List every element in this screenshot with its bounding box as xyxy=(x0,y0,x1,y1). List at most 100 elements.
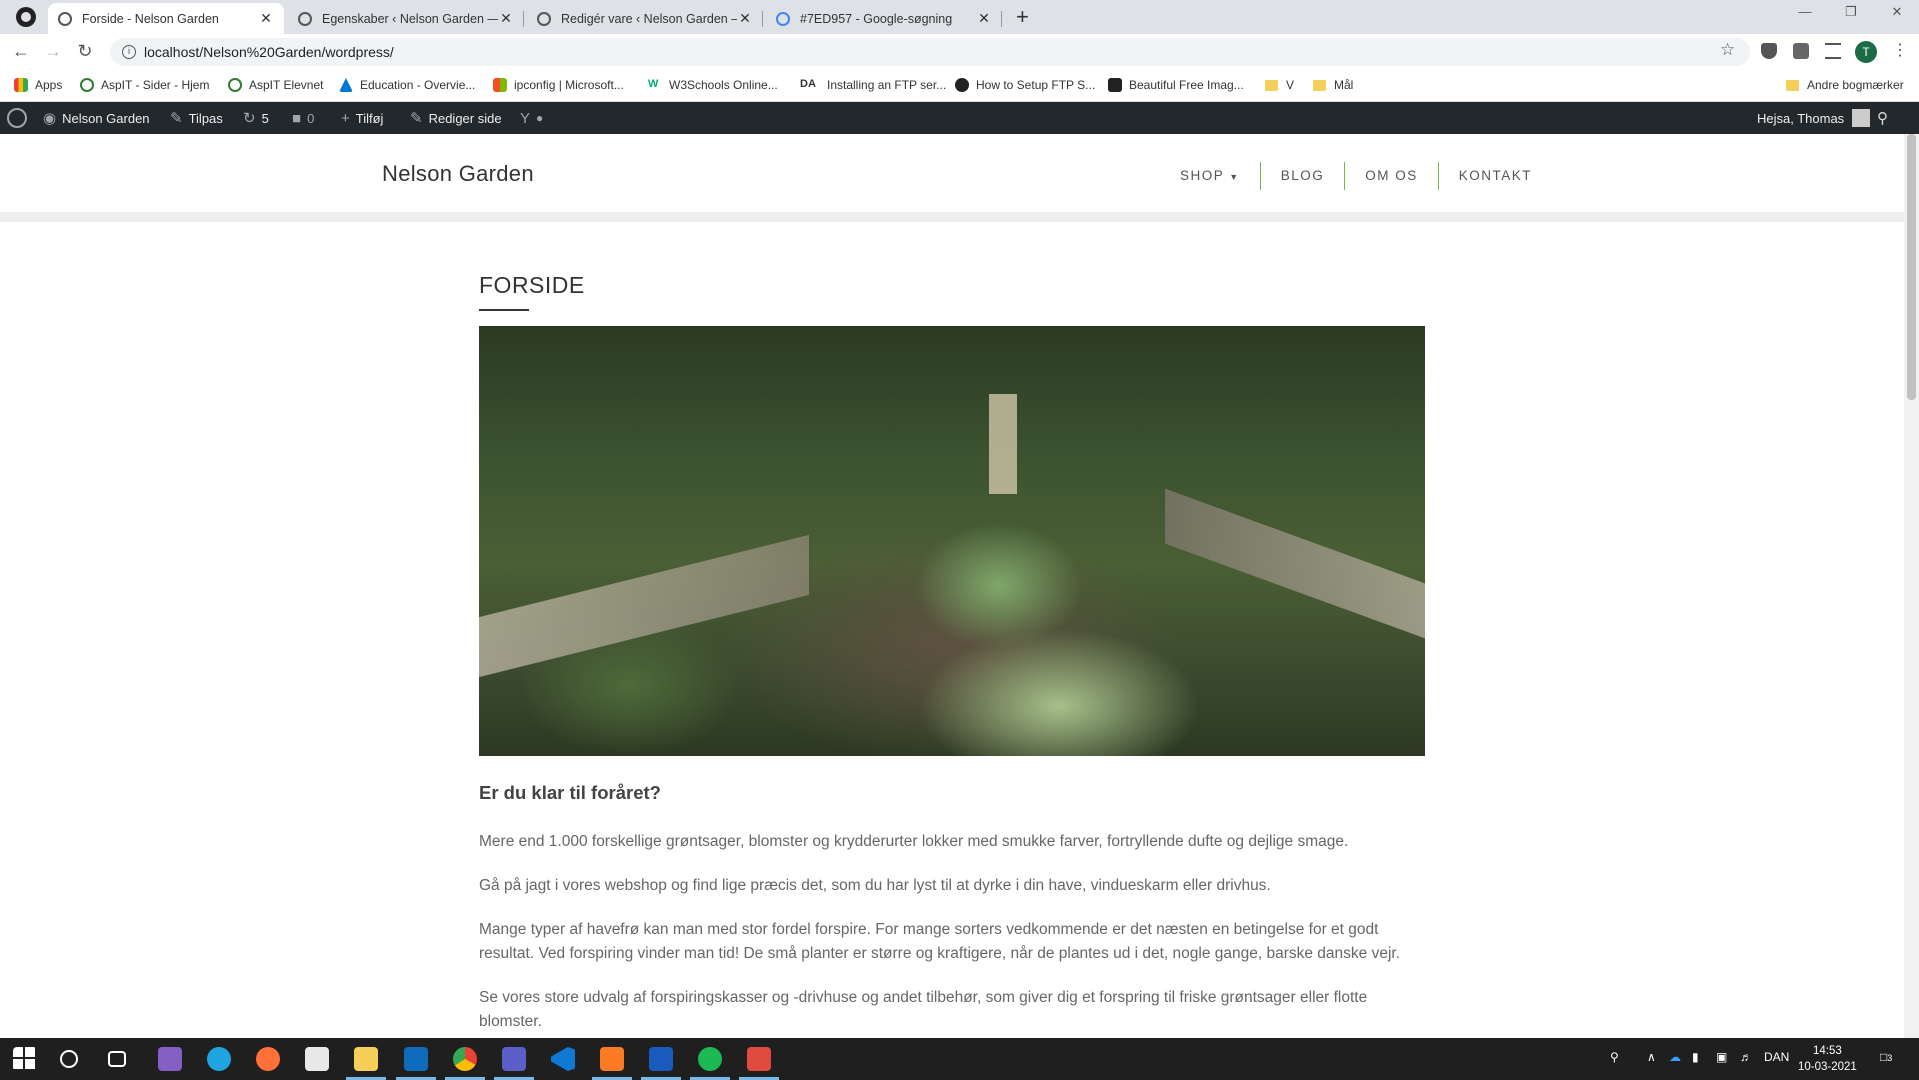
close-window-icon[interactable]: ✕ xyxy=(1877,4,1917,20)
scrollbar-thumb[interactable] xyxy=(1907,134,1916,400)
battery-icon[interactable]: ▮ xyxy=(1692,1050,1699,1064)
page-title: FORSIDE xyxy=(479,272,585,298)
close-tab-icon[interactable]: ✕ xyxy=(737,10,753,27)
bookmark-star-icon[interactable]: ☆ xyxy=(1720,40,1735,60)
bookmark-ftp-install[interactable]: DA Installing an FTP ser... xyxy=(800,78,946,92)
reading-list-icon[interactable] xyxy=(1825,43,1841,59)
minimize-icon[interactable]: — xyxy=(1785,4,1825,19)
forward-icon[interactable]: → xyxy=(42,41,64,62)
volume-icon[interactable]: ♬ xyxy=(1740,1050,1752,1064)
page-scrollbar[interactable] xyxy=(1904,134,1919,1038)
search-icon[interactable] xyxy=(60,1050,78,1068)
close-tab-icon[interactable]: ✕ xyxy=(498,10,514,27)
edge-icon[interactable] xyxy=(207,1047,231,1071)
site-title[interactable]: Nelson Garden xyxy=(382,161,534,187)
close-tab-icon[interactable]: ✕ xyxy=(976,10,992,27)
updates-icon: ↻ xyxy=(243,110,256,127)
bookmark-aspit-elevnet[interactable]: AspIT Elevnet xyxy=(228,78,323,92)
yoast-icon: Y xyxy=(520,109,531,127)
new-tab-button[interactable]: + xyxy=(1016,4,1029,30)
nav-item-om-os[interactable]: OM OS xyxy=(1344,162,1438,190)
close-tab-icon[interactable]: ✕ xyxy=(258,10,274,27)
wordpress-logo-icon[interactable] xyxy=(7,108,27,128)
paragraph: Se vores store udvalg af forspiringskass… xyxy=(479,989,1368,1030)
task-view-icon[interactable] xyxy=(108,1051,126,1067)
snipping-tool-icon[interactable] xyxy=(747,1047,771,1071)
outlook-icon[interactable] xyxy=(404,1047,428,1071)
admin-new[interactable]: + Tilføj xyxy=(341,102,383,134)
vscode-icon[interactable] xyxy=(551,1047,575,1071)
tab-title: #7ED957 - Google-søgning xyxy=(800,11,953,26)
language-indicator[interactable]: DAN xyxy=(1764,1050,1789,1064)
chrome-icon[interactable] xyxy=(453,1047,477,1071)
bookmark-label: Apps xyxy=(35,78,63,92)
file-explorer-icon[interactable] xyxy=(354,1047,378,1071)
notification-icon[interactable]: □3 xyxy=(1880,1050,1892,1064)
store-icon[interactable] xyxy=(305,1047,329,1071)
admin-account[interactable]: Hejsa, Thomas xyxy=(1757,102,1871,134)
unsplash-icon xyxy=(1108,78,1122,92)
wordpress-favicon-icon xyxy=(537,11,551,26)
seo-status-dot-icon: ● xyxy=(536,111,544,125)
nav-label: SHOP xyxy=(1180,168,1225,183)
admin-yoast[interactable]: Y ● xyxy=(520,102,549,134)
tray-chevron-icon[interactable]: ∧ xyxy=(1647,1050,1656,1064)
people-icon[interactable]: ⚲ xyxy=(1610,1050,1619,1064)
word-icon[interactable] xyxy=(649,1047,673,1071)
profile-avatar[interactable]: T xyxy=(1855,41,1877,63)
url-text[interactable]: localhost/Nelson%20Garden/wordpress/ xyxy=(144,44,394,60)
bookmark-label: AspIT Elevnet xyxy=(249,78,324,92)
bookmark-education[interactable]: Education - Overvie... xyxy=(339,78,475,92)
windows-start-icon[interactable] xyxy=(13,1047,37,1071)
bookmark-w3schools[interactable]: W W3Schools Online... xyxy=(648,78,778,92)
admin-search-icon[interactable]: ⚲ xyxy=(1877,102,1894,134)
bookmark-ftp-setup[interactable]: How to Setup FTP S... xyxy=(955,78,1095,92)
admin-site-name[interactable]: ◉ Nelson Garden xyxy=(43,102,150,134)
site-info-icon[interactable]: i xyxy=(122,45,136,59)
tab-google[interactable]: #7ED957 - Google-søgning ✕ xyxy=(766,3,1002,34)
shield-extension-icon[interactable] xyxy=(1761,43,1777,59)
admin-customize[interactable]: ✎ Tilpas xyxy=(170,102,223,134)
admin-updates[interactable]: ↻ 5 xyxy=(243,102,269,134)
github-icon[interactable] xyxy=(16,7,36,27)
teams-icon[interactable] xyxy=(502,1047,526,1071)
folder-icon xyxy=(1265,79,1278,91)
spotify-icon[interactable] xyxy=(698,1047,722,1071)
bookmark-folder-maal[interactable]: Mål xyxy=(1313,78,1353,92)
admin-edit-page[interactable]: ✎ Rediger side xyxy=(410,102,502,134)
onedrive-icon[interactable]: ☁ xyxy=(1669,1050,1681,1064)
restore-icon[interactable]: ❐ xyxy=(1831,4,1871,20)
tab-forside[interactable]: Forside - Nelson Garden ✕ xyxy=(48,3,284,34)
admin-site-label: Nelson Garden xyxy=(62,110,150,126)
tab-egenskaber[interactable]: Egenskaber ‹ Nelson Garden — W ✕ xyxy=(288,3,524,34)
bookmark-label: Installing an FTP ser... xyxy=(827,78,947,92)
browser-toolbar: ← → ↻ i localhost/Nelson%20Garden/wordpr… xyxy=(0,34,1919,70)
folder-icon xyxy=(1786,79,1799,91)
bookmark-aspit-sider[interactable]: AspIT - Sider - Hjem xyxy=(80,78,209,92)
aspit-icon xyxy=(80,78,94,92)
other-bookmarks[interactable]: Andre bogmærker xyxy=(1786,78,1904,92)
nav-item-kontakt[interactable]: KONTAKT xyxy=(1437,162,1552,190)
address-bar[interactable]: i localhost/Nelson%20Garden/wordpress/ xyxy=(110,38,1750,66)
puzzle-extension-icon[interactable] xyxy=(1793,43,1809,59)
bookmark-folder-v[interactable]: V xyxy=(1265,78,1294,92)
nav-item-shop[interactable]: SHOP ▼ xyxy=(1160,162,1260,190)
user-avatar xyxy=(1852,109,1871,127)
bookmark-ipconfig[interactable]: ipconfig | Microsoft... xyxy=(493,78,624,92)
dashboard-icon: ◉ xyxy=(43,110,57,127)
section-heading: Er du klar til foråret? xyxy=(479,782,661,803)
tab-rediger-vare[interactable]: Redigér vare ‹ Nelson Garden — ✕ xyxy=(527,3,763,34)
network-icon[interactable]: ▣ xyxy=(1716,1050,1727,1064)
back-icon[interactable]: ← xyxy=(10,41,32,62)
visual-studio-icon[interactable] xyxy=(158,1047,182,1071)
clock[interactable]: 14:53 10-03-2021 xyxy=(1798,1043,1857,1075)
admin-comments[interactable]: ■ 0 xyxy=(292,102,314,134)
bookmark-apps[interactable]: Apps xyxy=(14,78,62,92)
xampp-icon[interactable] xyxy=(600,1047,624,1071)
reload-icon[interactable]: ↻ xyxy=(74,41,96,62)
firefox-icon[interactable] xyxy=(256,1047,280,1071)
image-detail xyxy=(479,534,809,678)
nav-item-blog[interactable]: BLOG xyxy=(1259,162,1345,190)
chrome-menu-icon[interactable]: ⋮ xyxy=(1892,40,1908,60)
bookmark-free-images[interactable]: Beautiful Free Imag... xyxy=(1108,78,1244,92)
